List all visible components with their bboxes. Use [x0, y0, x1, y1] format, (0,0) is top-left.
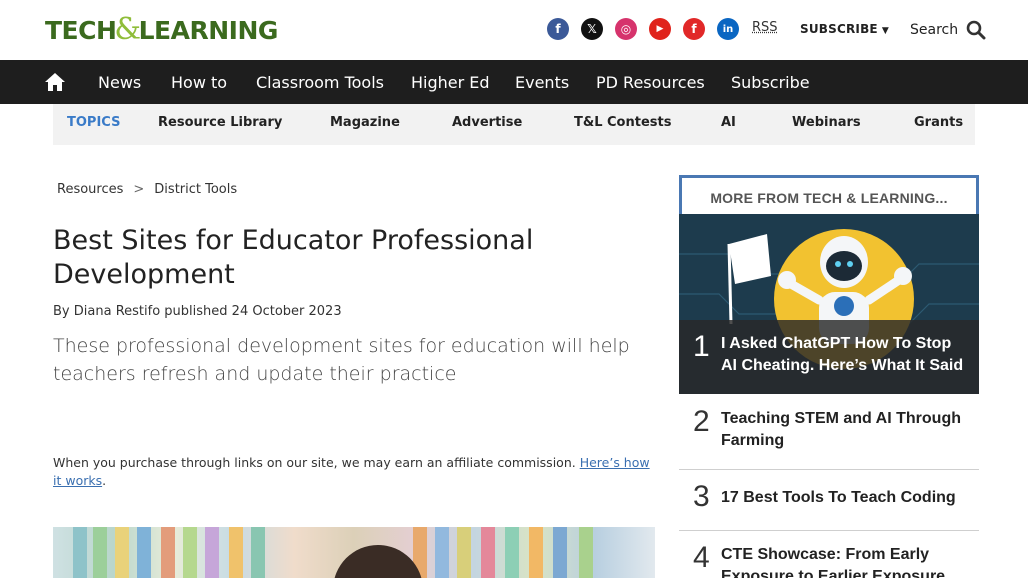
main-nav: News How to Classroom Tools Higher Ed Ev… — [0, 60, 1028, 104]
nav-item-pd-resources[interactable]: PD Resources — [596, 73, 705, 92]
topics-bar: TOPICS Resource Library Magazine Adverti… — [53, 104, 975, 145]
story-divider — [679, 469, 979, 470]
subscribe-dropdown[interactable]: SUBSCRIBE ▼ — [800, 22, 889, 36]
nav-item-how-to[interactable]: How to — [171, 73, 227, 92]
youtube-icon[interactable]: ▶ — [649, 18, 671, 40]
hero-image — [53, 527, 655, 578]
article-title: Best Sites for Educator Professional Dev… — [53, 225, 534, 290]
topics-label: TOPICS — [67, 115, 121, 130]
topic-resource-library[interactable]: Resource Library — [158, 115, 282, 130]
caret-down-icon: ▼ — [881, 26, 889, 36]
site-header: TECH & LEARNING f 𝕏 ◎ ▶ f in RSS SUBSCRIBE… — [0, 0, 1028, 60]
story-title-2[interactable]: Teaching STEM and AI Through Farming — [721, 408, 971, 452]
breadcrumb-separator: > — [133, 182, 145, 197]
home-icon[interactable] — [44, 71, 66, 93]
nav-item-higher-ed[interactable]: Higher Ed — [411, 73, 490, 92]
story-title-3[interactable]: 17 Best Tools To Teach Coding — [721, 487, 971, 509]
byline: By Diana Restifo published 24 October 20… — [53, 304, 342, 319]
nav-item-classroom-tools[interactable]: Classroom Tools — [256, 73, 384, 92]
article-strapline: These professional development sites for… — [53, 335, 630, 385]
instagram-icon[interactable]: ◎ — [615, 18, 637, 40]
topic-tl-contests[interactable]: T&L Contests — [574, 115, 671, 130]
topic-ai[interactable]: AI — [721, 115, 736, 130]
story-rank-2: 2 — [693, 405, 710, 438]
author-link[interactable]: Diana Restifo — [74, 304, 160, 319]
rss-link[interactable]: RSS — [752, 20, 778, 35]
story-rank-1: 1 — [693, 330, 710, 363]
flipboard-icon[interactable]: f — [683, 18, 705, 40]
site-logo[interactable]: TECH & LEARNING — [45, 12, 278, 47]
more-from-heading: MORE FROM TECH & LEARNING... — [679, 175, 979, 216]
breadcrumb-district-tools[interactable]: District Tools — [154, 182, 237, 197]
nav-item-events[interactable]: Events — [515, 73, 569, 92]
breadcrumb: Resources > District Tools — [57, 182, 237, 197]
facebook-icon[interactable]: f — [547, 18, 569, 40]
story-rank-4: 4 — [693, 541, 710, 574]
nav-item-news[interactable]: News — [98, 73, 141, 92]
topic-webinars[interactable]: Webinars — [792, 115, 861, 130]
story-title-4[interactable]: CTE Showcase: From Early Exposure to Ear… — [721, 544, 971, 578]
story-divider — [679, 530, 979, 531]
breadcrumb-resources[interactable]: Resources — [57, 182, 123, 197]
story-rank-3: 3 — [693, 480, 710, 513]
social-links: f 𝕏 ◎ ▶ f in — [547, 18, 739, 40]
affiliate-disclosure: When you purchase through links on our s… — [53, 455, 650, 488]
x-icon[interactable]: 𝕏 — [581, 18, 603, 40]
story-title-1[interactable]: I Asked ChatGPT How To Stop AI Cheating.… — [721, 333, 971, 377]
search-button[interactable]: Search — [910, 20, 986, 40]
linkedin-icon[interactable]: in — [717, 18, 739, 40]
topic-grants[interactable]: Grants — [914, 115, 963, 130]
nav-item-subscribe[interactable]: Subscribe — [731, 73, 810, 92]
topic-magazine[interactable]: Magazine — [330, 115, 400, 130]
publish-date: 24 October 2023 — [231, 304, 342, 319]
topic-advertise[interactable]: Advertise — [452, 115, 522, 130]
search-icon — [966, 20, 986, 40]
